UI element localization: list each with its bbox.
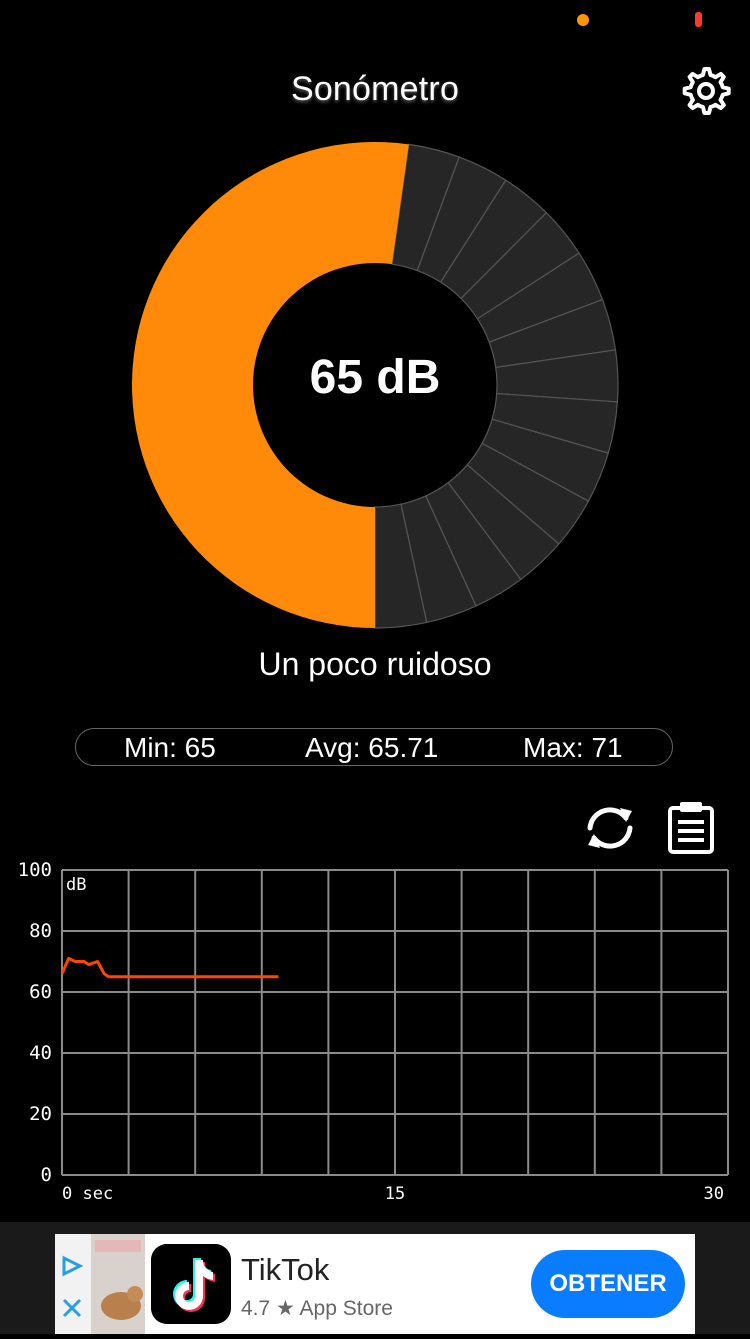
min-value: Min: 65 [124, 732, 216, 763]
y-tick-label: 80 [29, 920, 52, 942]
max-value: Max: 71 [523, 732, 623, 763]
db-readout: 65 dB [309, 351, 441, 404]
avg-value: Avg: 65.71 [305, 732, 439, 763]
x-tick-label: 0 sec [62, 1184, 113, 1204]
y-axis-unit: dB [66, 875, 86, 895]
adchoices-icon[interactable] [55, 1234, 91, 1334]
ad-get-button[interactable]: OBTENER [531, 1250, 685, 1318]
camera-indicator-dot [577, 14, 589, 26]
y-tick-label: 60 [29, 981, 52, 1003]
refresh-icon[interactable] [582, 800, 638, 856]
ad-app-name: TikTok [241, 1252, 330, 1287]
y-tick-label: 0 [41, 1164, 52, 1186]
x-tick-label: 15 [385, 1184, 405, 1204]
y-tick-label: 100 [18, 860, 52, 881]
x-tick-label: 30 [704, 1184, 724, 1204]
ad-banner[interactable]: TikTok 4.7 ★ App Store OBTENER [0, 1222, 750, 1334]
y-tick-label: 40 [29, 1042, 52, 1064]
clipboard-icon[interactable] [664, 800, 718, 854]
ad-choices-area[interactable] [55, 1234, 91, 1334]
stats-bar: Min: 65 Avg: 65.71 Max: 71 [75, 728, 673, 766]
ad-rating: 4.7 ★ App Store [241, 1297, 393, 1320]
battery-indicator [695, 12, 702, 27]
y-tick-label: 20 [29, 1103, 52, 1125]
db-series-line [60, 956, 279, 979]
ad-content[interactable]: TikTok 4.7 ★ App Store OBTENER [55, 1234, 695, 1334]
tiktok-logo-icon [151, 1244, 231, 1324]
page-title: Sonómetro [290, 70, 460, 108]
db-history-chart: 0 20 40 60 80 100 dB 0 sec 15 30 [18, 860, 729, 1204]
noise-level-label: Un poco ruidoso [258, 646, 492, 682]
gear-icon[interactable] [678, 64, 732, 118]
ad-thumbnail-image [91, 1234, 145, 1334]
